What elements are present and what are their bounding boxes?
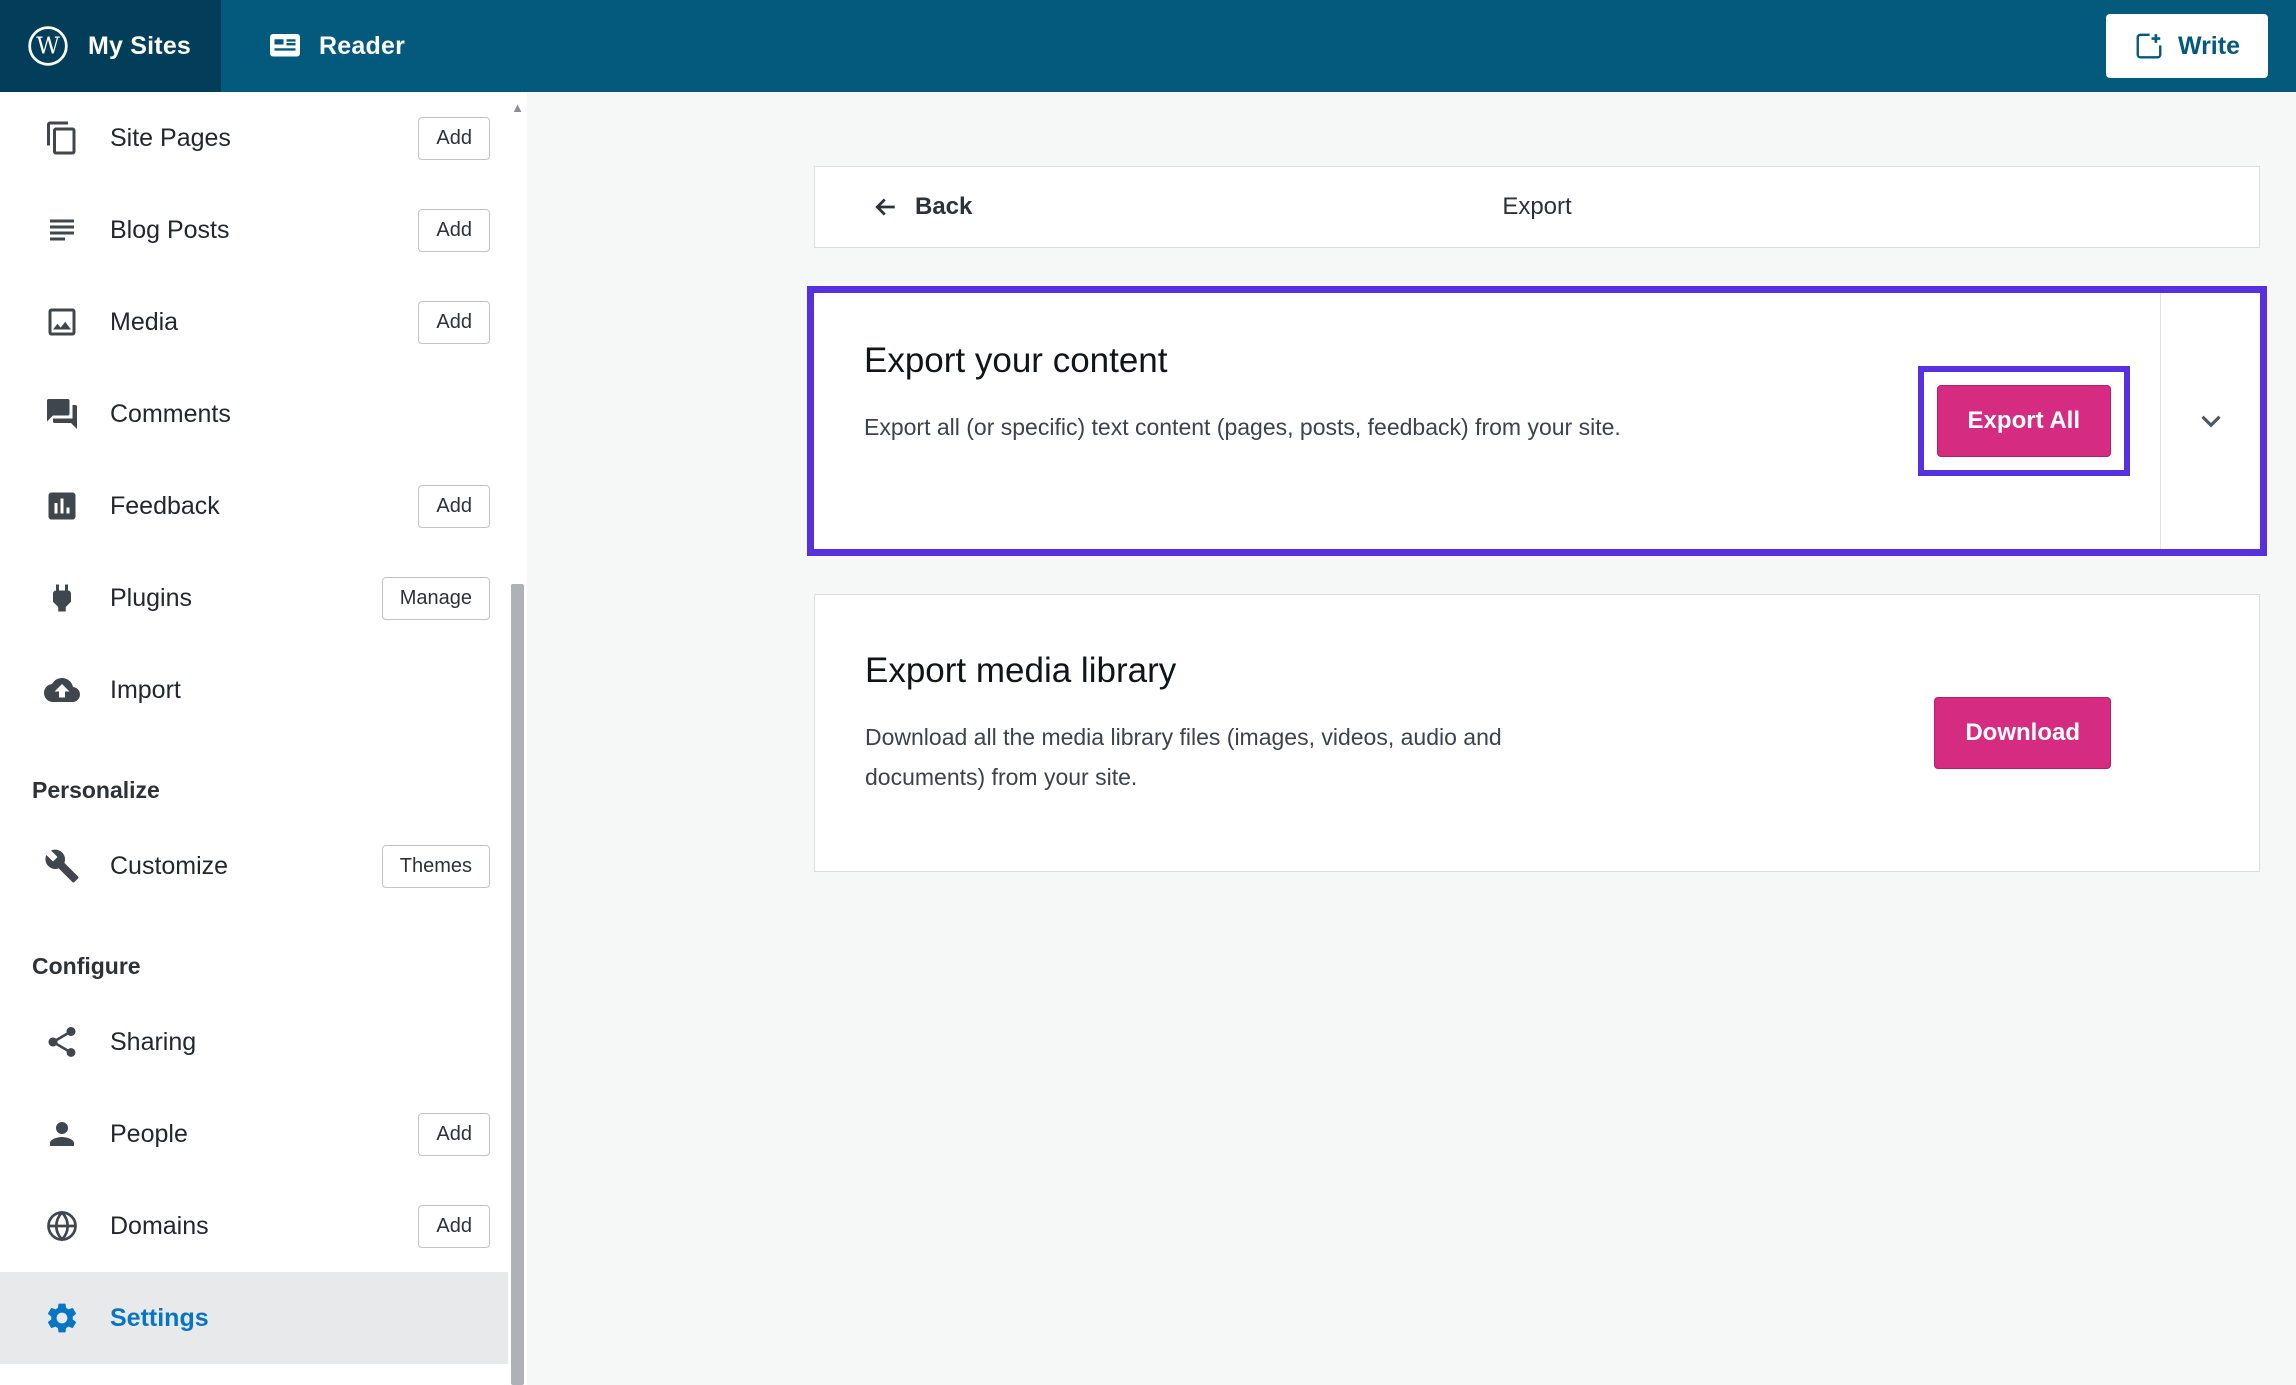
export-content-body: Export your content Export all (or speci…	[814, 293, 2160, 549]
add-site-page-button[interactable]: Add	[418, 116, 490, 160]
pages-icon	[44, 120, 80, 156]
manage-plugins-button[interactable]: Manage	[381, 576, 490, 620]
sidebar-item-plugins[interactable]: Plugins Manage	[0, 552, 508, 644]
write-icon	[2134, 31, 2164, 61]
export-header-card: Back Export	[814, 166, 2260, 248]
back-label: Back	[915, 193, 973, 220]
share-icon	[44, 1024, 80, 1060]
back-button[interactable]: Back	[815, 192, 972, 222]
add-feedback-button[interactable]: Add	[418, 484, 490, 528]
reader-menu[interactable]: Reader	[221, 0, 435, 92]
sidebar-item-label: Import	[110, 675, 181, 704]
sidebar-item-label: Domains	[110, 1211, 209, 1240]
export-content-card: Export your content Export all (or speci…	[807, 286, 2267, 556]
sidebar-item-label: Plugins	[110, 583, 192, 612]
sidebar-item-domains[interactable]: Domains Add	[0, 1180, 508, 1272]
sidebar-item-comments[interactable]: Comments	[0, 368, 508, 460]
my-sites-label: My Sites	[88, 31, 192, 60]
page-title: Export	[1502, 193, 1572, 220]
sidebar-item-label: People	[110, 1119, 188, 1148]
download-button[interactable]: Download	[1934, 697, 2111, 769]
add-domain-button[interactable]: Add	[418, 1204, 490, 1248]
sidebar-item-import[interactable]: Import	[0, 644, 508, 736]
export-content-title: Export your content	[864, 341, 1168, 380]
globe-icon	[44, 1208, 80, 1244]
chevron-down-icon	[2200, 415, 2221, 428]
write-button[interactable]: Write	[2105, 14, 2268, 78]
scrollbar-thumb[interactable]	[511, 584, 524, 1385]
sidebar-item-label: Feedback	[110, 491, 220, 520]
comments-icon	[44, 396, 80, 432]
sidebar-item-customize[interactable]: Customize Themes	[0, 820, 508, 912]
sidebar-item-label: Blog Posts	[110, 215, 230, 244]
customize-tools-icon	[44, 848, 80, 884]
write-label: Write	[2177, 31, 2240, 60]
sidebar-item-label: Media	[110, 307, 179, 336]
export-media-description: Download all the media library files (im…	[865, 724, 1502, 791]
import-cloud-icon	[44, 672, 80, 708]
section-header-configure: Configure	[32, 952, 141, 979]
posts-icon	[44, 212, 80, 248]
sidebar-item-feedback[interactable]: Feedback Add	[0, 460, 508, 552]
export-media-text: Export media library Download all the me…	[815, 595, 1625, 798]
export-media-title: Export media library	[865, 651, 1177, 690]
section-header-personalize: Personalize	[32, 776, 160, 803]
main-content: Back Export Export your content Export a…	[527, 92, 2296, 1385]
media-icon	[44, 304, 80, 340]
masthead: W My Sites Reader Write	[0, 0, 2296, 92]
wordpress-logo-icon: W	[26, 24, 70, 68]
add-blog-post-button[interactable]: Add	[418, 208, 490, 252]
back-arrow-icon	[875, 198, 895, 216]
reader-label: Reader	[319, 31, 405, 60]
feedback-icon	[44, 488, 80, 524]
my-sites-menu[interactable]: W My Sites	[0, 0, 222, 92]
export-content-text: Export your content Export all (or speci…	[814, 293, 1621, 447]
themes-button[interactable]: Themes	[381, 844, 490, 888]
gear-icon	[44, 1300, 80, 1336]
add-media-button[interactable]: Add	[418, 300, 490, 344]
sidebar: Site Pages Add Blog Posts Add Media Add …	[0, 92, 527, 1385]
sidebar-item-settings[interactable]: Settings	[0, 1272, 508, 1364]
sidebar-item-label: Site Pages	[110, 123, 231, 152]
sidebar-item-label: Sharing	[110, 1027, 197, 1056]
sidebar-item-people[interactable]: People Add	[0, 1088, 508, 1180]
sidebar-scrollbar[interactable]: ▲	[508, 92, 527, 1385]
scroll-up-arrow-icon[interactable]: ▲	[508, 100, 527, 115]
sidebar-item-label: Customize	[110, 851, 229, 880]
sidebar-item-sharing[interactable]: Sharing	[0, 996, 508, 1088]
sidebar-item-site-pages[interactable]: Site Pages Add	[0, 92, 508, 184]
export-content-description: Export all (or specific) text content (p…	[864, 414, 1621, 440]
sidebar-item-blog-posts[interactable]: Blog Posts Add	[0, 184, 508, 276]
svg-text:W: W	[36, 34, 60, 60]
add-people-button[interactable]: Add	[418, 1112, 490, 1156]
sidebar-item-media[interactable]: Media Add	[0, 276, 508, 368]
sidebar-item-label: Settings	[110, 1303, 209, 1332]
export-media-card: Export media library Download all the me…	[814, 594, 2260, 872]
reader-icon	[267, 28, 303, 64]
plugins-icon	[44, 580, 80, 616]
sidebar-item-label: Comments	[110, 399, 231, 428]
person-icon	[44, 1116, 80, 1152]
export-content-expand-toggle[interactable]	[2160, 293, 2260, 549]
export-all-button[interactable]: Export All	[1936, 385, 2111, 457]
annotation-box: Export All	[1917, 366, 2130, 476]
